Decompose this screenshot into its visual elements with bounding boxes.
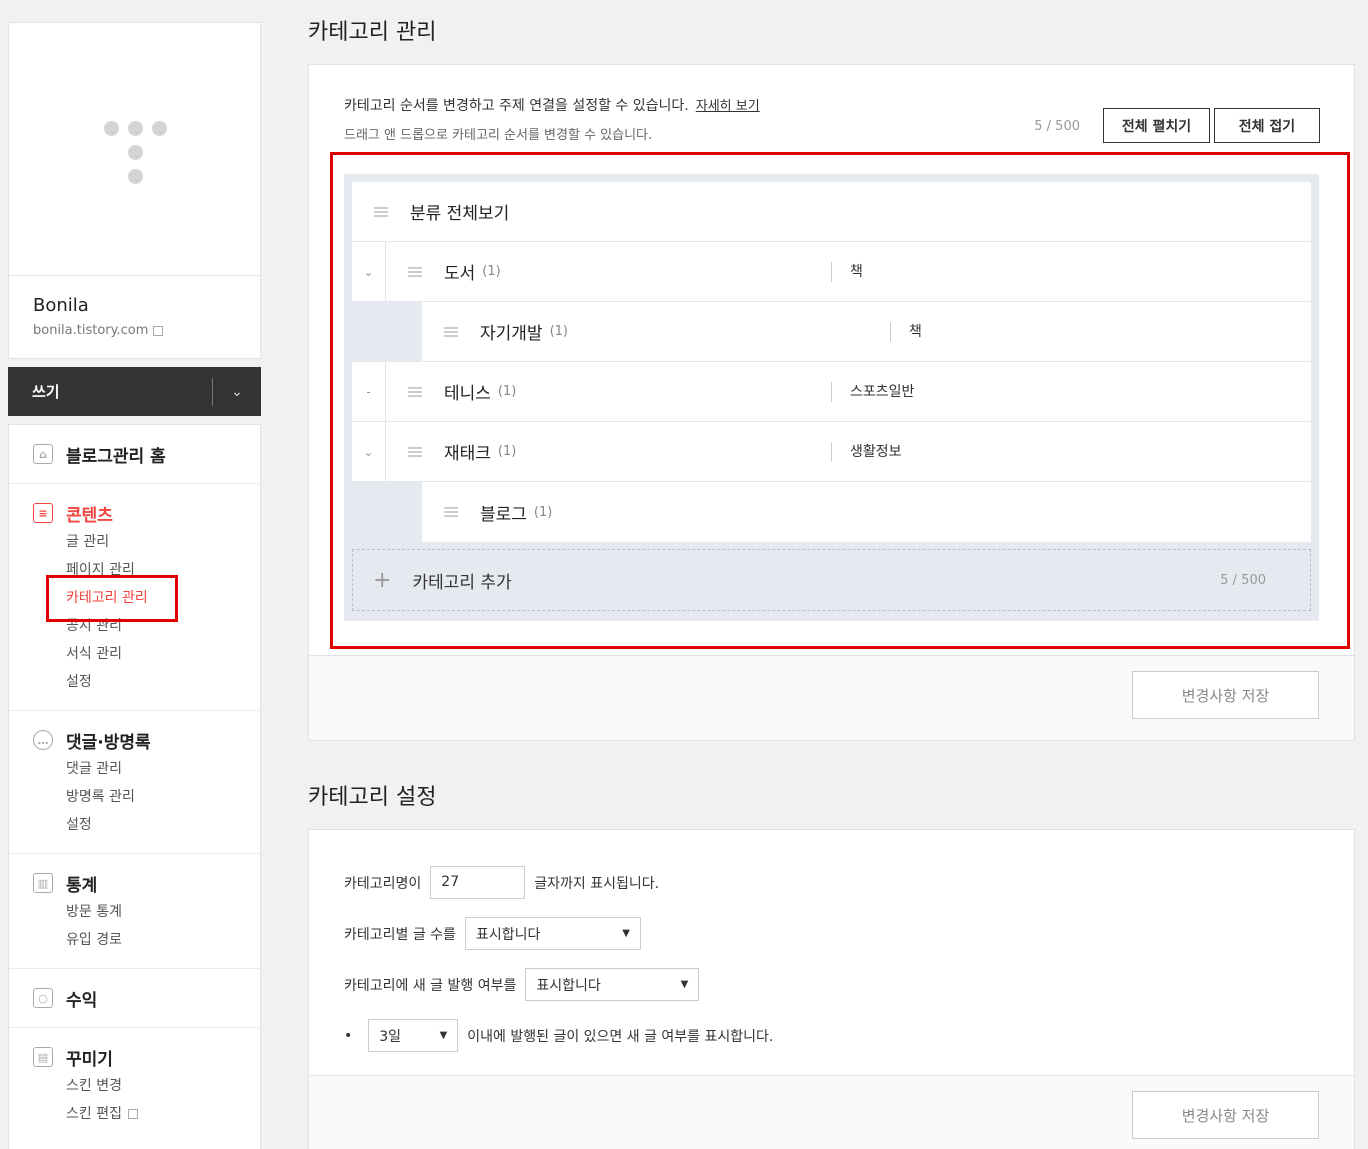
home-icon: ⌂ (33, 444, 53, 464)
menu-design-label[interactable]: 꾸미기 (66, 1045, 113, 1070)
menu-blog-home[interactable]: ⌂ 블로그관리 홈 (33, 439, 260, 469)
bullet: • (344, 1027, 353, 1044)
write-bar: 쓰기 ⌄ (8, 367, 261, 416)
menu-visit-stats[interactable]: 방문 통계 (33, 898, 260, 926)
category-settings-body: 카테고리명이 27 글자까지 표시됩니다. 카테고리별 글 수를 표시합니다 ▼ … (309, 830, 1354, 1075)
external-link-icon (153, 325, 164, 336)
menu-template-manage[interactable]: 서식 관리 (33, 640, 260, 668)
caret-down-icon: ▼ (622, 928, 630, 939)
menu-group-revenue: ○ 수익 (9, 969, 260, 1028)
menu-revenue-label[interactable]: 수익 (66, 986, 97, 1011)
highlight-box-tree (330, 152, 1350, 649)
category-manage-footer: 변경사항 저장 (309, 655, 1354, 740)
new-post-setting: 카테고리에 새 글 발행 여부를 표시합니다 ▼ (344, 968, 1354, 1001)
days-select-value: 3일 (379, 1028, 402, 1045)
blog-avatar[interactable] (9, 23, 260, 276)
menu-skin-edit[interactable]: 스킨 편집 (33, 1100, 260, 1128)
external-link-icon (127, 1109, 138, 1119)
caret-down-icon: ▼ (680, 979, 689, 990)
menu-contents-settings[interactable]: 설정 (33, 668, 260, 696)
menu-group-design: ▤ 꾸미기 스킨 변경 스킨 편집 (9, 1028, 260, 1142)
category-manage-title: 카테고리 관리 (308, 20, 437, 45)
caret-down-icon: ▼ (439, 1030, 448, 1041)
category-manage-header: 카테고리 순서를 변경하고 주제 연결을 설정할 수 있습니다. 자세히 보기 드… (309, 65, 1354, 157)
name-length-label: 카테고리명이 (344, 875, 422, 892)
category-settings-title: 카테고리 설정 (308, 785, 437, 810)
coins-icon: ○ (33, 988, 53, 1008)
menu-skin-change[interactable]: 스킨 변경 (33, 1072, 260, 1100)
name-length-input[interactable]: 27 (430, 866, 526, 899)
write-button[interactable]: 쓰기 (32, 381, 60, 402)
menu-skin-edit-label[interactable]: 스킨 편집 (66, 1106, 122, 1122)
collapse-all-button[interactable]: 전체 접기 (1214, 108, 1320, 143)
menu-comments-label[interactable]: 댓글·방명록 (66, 728, 151, 753)
menu-group-comments: … 댓글·방명록 댓글 관리 방명록 관리 설정 (9, 711, 260, 854)
layout-icon: ▤ (33, 1047, 53, 1067)
tistory-logo-icon (104, 121, 170, 187)
menu-post-manage[interactable]: 글 관리 (33, 528, 260, 556)
post-count-label: 카테고리별 글 수를 (344, 926, 456, 943)
admin-menu: ⌂ 블로그관리 홈 ≡ 콘텐츠 글 관리 페이지 관리 카테고리 관리 공지 관… (8, 424, 261, 1149)
menu-blog-home-label[interactable]: 블로그관리 홈 (66, 442, 166, 467)
detail-link[interactable]: 자세히 보기 (696, 99, 760, 114)
post-count-select[interactable]: 표시합니다 ▼ (464, 917, 641, 950)
save-settings-button[interactable]: 변경사항 저장 (1132, 1091, 1319, 1139)
menu-guestbook-manage[interactable]: 방명록 관리 (33, 783, 260, 811)
menu-group-stats: ▥ 통계 방문 통계 유입 경로 (9, 854, 260, 969)
expand-all-button[interactable]: 전체 펼치기 (1103, 108, 1210, 143)
menu-stats-label[interactable]: 통계 (66, 871, 97, 896)
menu-referrer[interactable]: 유입 경로 (33, 926, 260, 954)
new-post-select-value: 표시합니다 (536, 977, 601, 994)
post-count-select-value: 표시합니다 (475, 926, 541, 943)
category-settings-footer: 변경사항 저장 (309, 1075, 1354, 1149)
days-suffix: 이내에 발행된 글이 있으면 새 글 여부를 표시합니다. (467, 1028, 774, 1045)
name-length-suffix: 글자까지 표시됩니다. (534, 875, 660, 892)
blog-url-link[interactable]: bonila.tistory.com (33, 323, 164, 338)
profile-card: Bonila bonila.tistory.com (8, 22, 261, 359)
category-desc-line1-text: 카테고리 순서를 변경하고 주제 연결을 설정할 수 있습니다. (344, 98, 689, 114)
menu-comments-settings[interactable]: 설정 (33, 811, 260, 839)
chart-icon: ▥ (33, 873, 53, 893)
menu-contents[interactable]: ≡ 콘텐츠 (33, 498, 260, 528)
new-post-select[interactable]: 표시합니다 ▼ (525, 968, 700, 1001)
chevron-down-icon[interactable]: ⌄ (213, 384, 261, 400)
menu-group-home: ⌂ 블로그관리 홈 (9, 425, 260, 484)
category-settings-panel: 카테고리명이 27 글자까지 표시됩니다. 카테고리별 글 수를 표시합니다 ▼ … (308, 829, 1355, 1149)
menu-comment-manage[interactable]: 댓글 관리 (33, 755, 260, 783)
menu-contents-label[interactable]: 콘텐츠 (66, 501, 113, 526)
name-length-setting: 카테고리명이 27 글자까지 표시됩니다. (344, 866, 1354, 899)
menu-design[interactable]: ▤ 꾸미기 (33, 1042, 260, 1072)
post-count-setting: 카테고리별 글 수를 표시합니다 ▼ (344, 917, 1354, 950)
new-post-label: 카테고리에 새 글 발행 여부를 (344, 977, 517, 994)
blog-name: Bonila (33, 295, 89, 316)
save-changes-button[interactable]: 변경사항 저장 (1132, 671, 1319, 719)
days-select[interactable]: 3일 ▼ (368, 1019, 459, 1052)
new-post-days-setting: • 3일 ▼ 이내에 발행된 글이 있으면 새 글 여부를 표시합니다. (344, 1019, 1354, 1052)
menu-revenue[interactable]: ○ 수익 (33, 983, 260, 1013)
comment-icon: … (33, 730, 53, 750)
category-counter: 5 / 500 (1034, 119, 1080, 134)
menu-stats[interactable]: ▥ 통계 (33, 868, 260, 898)
highlight-box-menu (46, 575, 178, 622)
blog-url-text[interactable]: bonila.tistory.com (33, 323, 148, 338)
menu-comments[interactable]: … 댓글·방명록 (33, 725, 260, 755)
document-icon: ≡ (33, 503, 53, 523)
